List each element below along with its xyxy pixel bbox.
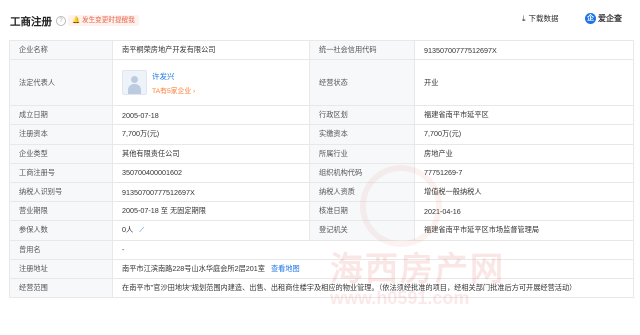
approval-date: 2021-04-16 [414, 201, 634, 222]
field-label: 法定代表人 [9, 59, 113, 107]
change-alert-button[interactable]: 🔔 发生变更时提醒我 [68, 15, 139, 26]
table-row: 企业类型 其他有限责任公司 所属行业 房地产业 [9, 143, 634, 164]
field-label: 成立日期 [9, 105, 113, 126]
brand-icon: 企 [585, 13, 596, 24]
field-label: 组织机构代码 [309, 162, 415, 183]
field-label: 纳税人识别号 [9, 181, 113, 203]
operating-status: 开业 [414, 59, 634, 107]
organization-code: 77751269-7 [414, 162, 634, 183]
taxpayer-id: 91350700777512697X [112, 181, 310, 203]
table-row: 注册资本 7,700万(元) 实缴资本 7,700万(元) [9, 124, 634, 145]
registration-table: 企业名称 南平桐荣房地产开发有限公司 统一社会信用代码 913507007775… [9, 39, 634, 299]
download-label: 下载数据 [528, 14, 559, 23]
change-alert-label: 发生变更时提醒我 [82, 17, 135, 24]
registration-authority: 福建省南平市延平区市场监督管理局 [414, 220, 634, 241]
registered-address-cell: 南平市江滨南路228号山水华庭会所2层201室 查看地图 [112, 258, 634, 279]
insured-count-cell: 0人 ⟋ [112, 220, 310, 241]
former-name: - [112, 239, 634, 260]
company-type: 其他有限责任公司 [112, 143, 310, 164]
field-label: 企业名称 [9, 39, 113, 61]
field-label: 所属行业 [309, 143, 415, 164]
representative-companies-link[interactable]: TA有5家企业 › [152, 85, 195, 95]
table-row: 曾用名 - [9, 239, 634, 260]
registration-number: 350700400001602 [112, 162, 310, 183]
table-row: 纳税人识别号 91350700777512697X 纳税人资质 增值税一般纳税人 [9, 181, 634, 203]
field-label: 曾用名 [9, 239, 113, 260]
table-row: 注册地址 南平市江滨南路228号山水华庭会所2层201室 查看地图 [9, 258, 634, 279]
field-label: 工商注册号 [9, 162, 113, 183]
field-label: 企业类型 [9, 143, 113, 164]
view-map-link[interactable]: 查看地图 [271, 264, 300, 273]
credit-code: 91350700777512697X [414, 39, 634, 61]
table-row: 法定代表人 许发兴 TA有5家企业 › 经营状态 开业 [9, 59, 634, 107]
field-label: 营业期限 [9, 201, 113, 222]
registered-capital: 7,700万(元) [112, 124, 310, 145]
field-label: 经营状态 [309, 59, 415, 107]
company-name: 南平桐荣房地产开发有限公司 [112, 39, 310, 61]
table-row: 参保人数 0人 ⟋ 登记机关 福建省南平市延平区市场监督管理局 [9, 220, 634, 241]
table-row: 企业名称 南平桐荣房地产开发有限公司 统一社会信用代码 913507007775… [9, 39, 634, 61]
business-term: 2005-07-18 至 无固定期限 [112, 201, 310, 222]
paid-in-capital: 7,700万(元) [414, 124, 634, 145]
taxpayer-qualification: 增值税一般纳税人 [414, 181, 634, 203]
bell-icon: 🔔 [72, 17, 81, 24]
help-icon[interactable]: ? [56, 16, 66, 26]
field-label: 行政区划 [309, 105, 415, 126]
section-title: 工商注册 [10, 16, 52, 28]
field-label: 注册资本 [9, 124, 113, 145]
section-header: 工商注册 ? 🔔 发生变更时提醒我 ⤓ 下载数据 企 爱企查 [0, 0, 640, 40]
table-row: 营业期限 2005-07-18 至 无固定期限 核准日期 2021-04-16 [9, 201, 634, 222]
legal-representative-cell: 许发兴 TA有5家企业 › [112, 59, 310, 107]
download-icon: ⤓ [522, 13, 526, 23]
established-date: 2005-07-18 [112, 105, 310, 126]
field-label: 纳税人资质 [309, 181, 415, 203]
registered-address: 南平市江滨南路228号山水华庭会所2层201室 [122, 263, 265, 273]
field-label: 登记机关 [309, 220, 415, 241]
field-label: 参保人数 [9, 220, 113, 241]
representative-name-link[interactable]: 许发兴 [152, 71, 195, 82]
field-label: 统一社会信用代码 [309, 39, 415, 61]
field-label: 注册地址 [9, 258, 113, 279]
avatar[interactable] [122, 70, 147, 96]
brand-logo[interactable]: 企 爱企查 [585, 13, 622, 24]
field-label: 实缴资本 [309, 124, 415, 145]
field-label: 经营范围 [9, 277, 113, 299]
administrative-region: 福建省南平市延平区 [414, 105, 634, 126]
table-row: 工商注册号 350700400001602 组织机构代码 77751269-7 [9, 162, 634, 183]
table-row: 成立日期 2005-07-18 行政区划 福建省南平市延平区 [9, 105, 634, 126]
field-label: 核准日期 [309, 201, 415, 222]
brand-name: 爱企查 [598, 14, 622, 23]
trend-chart-icon[interactable]: ⟋ [139, 225, 144, 234]
table-row: 经营范围 在南平市"官沙田地块"规划范围内建造、出售、出租商住楼宇及相应的物业管… [9, 277, 634, 299]
business-scope: 在南平市"官沙田地块"规划范围内建造、出售、出租商住楼宇及相应的物业管理。（依法… [112, 277, 634, 299]
insured-count: 0人 [122, 225, 134, 235]
industry: 房地产业 [414, 143, 634, 164]
download-data-button[interactable]: ⤓ 下载数据 [522, 13, 559, 24]
